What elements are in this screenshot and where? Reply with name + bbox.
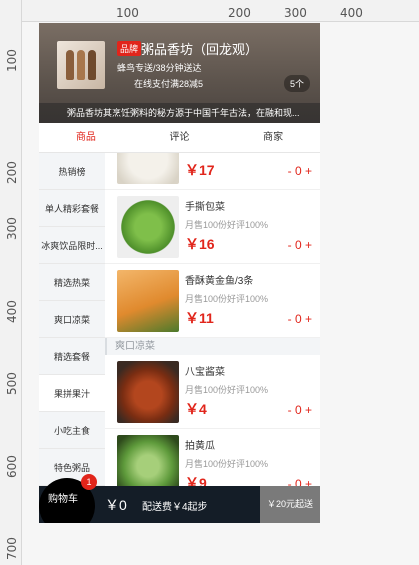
menu-item[interactable]: 冰爽饮品限时... xyxy=(39,227,105,264)
menu-item[interactable]: 热销榜 xyxy=(39,153,105,190)
menu-item[interactable]: 单人精彩套餐 xyxy=(39,190,105,227)
cart-count-badge: 1 xyxy=(81,474,97,490)
ruler-tick-label: 400 xyxy=(5,300,19,323)
ruler-tick-label: 100 xyxy=(5,49,19,72)
phone-preview: 品牌 粥品香坊（回龙观） 蜂鸟专送/38分钟送达 在线支付满28减5 5个 粥品… xyxy=(39,23,320,523)
food-price: ￥11 xyxy=(185,310,214,326)
ruler-tick-label: 300 xyxy=(284,6,307,20)
cart-total: ￥0 xyxy=(105,497,127,513)
ruler-tick-label: 500 xyxy=(5,372,19,395)
vertical-ruler: 100 200 300 400 500 600 700 xyxy=(0,0,22,565)
food-price: ￥4 xyxy=(185,401,207,417)
food-item[interactable]: ￥17 - 0 + xyxy=(105,153,320,190)
delivery-fee: 配送费￥4起步 xyxy=(142,502,208,513)
tab-goods[interactable]: 商品 xyxy=(39,123,133,152)
food-name: 拍黄瓜 xyxy=(185,441,215,452)
quantity-control[interactable]: - 0 + xyxy=(288,164,312,178)
food-item[interactable]: 香酥黄金鱼/3条 月售100份好评100% ￥11 - 0 + xyxy=(105,264,320,338)
category-menu: 热销榜 单人精彩套餐 冰爽饮品限时... 精选热菜 爽口凉菜 精选套餐 果拼果汁… xyxy=(39,153,105,486)
ruler-tick-label: 300 xyxy=(5,217,19,240)
food-item[interactable]: 八宝酱菜 月售100份好评100% ￥4 - 0 + xyxy=(105,355,320,429)
food-image xyxy=(117,361,179,423)
shop-name: 粥品香坊（回龙观） xyxy=(141,42,259,57)
ruler-tick-label: 100 xyxy=(116,6,139,20)
promo-text: 在线支付满28减5 xyxy=(134,79,204,89)
ruler-tick-label: 400 xyxy=(340,6,363,20)
menu-item[interactable]: 小吃主食 xyxy=(39,412,105,449)
food-price: ￥9 xyxy=(185,475,207,486)
food-price: ￥17 xyxy=(185,162,215,178)
food-sales: 月售100份好评100% xyxy=(185,294,269,304)
ruler-tick-label: 600 xyxy=(5,455,19,478)
section-title: 爽口凉菜 xyxy=(105,338,320,355)
ruler-tick-label: 200 xyxy=(228,6,251,20)
food-name: 八宝酱菜 xyxy=(185,367,225,378)
promo-count-button[interactable]: 5个 xyxy=(283,75,310,92)
shop-logo xyxy=(57,41,105,89)
tab-seller[interactable]: 商家 xyxy=(226,123,320,152)
brand-badge: 品牌 xyxy=(117,41,142,56)
food-name: 手撕包菜 xyxy=(185,202,225,213)
menu-item[interactable]: 果拼果汁 xyxy=(39,375,105,412)
menu-item[interactable]: 爽口凉菜 xyxy=(39,301,105,338)
quantity-control[interactable]: - 0 + xyxy=(288,238,312,252)
food-item[interactable]: 手撕包菜 月售100份好评100% ￥16 - 0 + xyxy=(105,190,320,264)
food-image xyxy=(117,270,179,332)
food-image xyxy=(117,153,179,184)
shop-header: 品牌 粥品香坊（回龙观） 蜂鸟专送/38分钟送达 在线支付满28减5 5个 粥品… xyxy=(39,23,320,123)
delivery-info: 蜂鸟专送/38分钟送达 xyxy=(117,63,202,73)
food-item[interactable]: 拍黄瓜 月售100份好评100% ￥9 - 0 + xyxy=(105,429,320,486)
ruler-tick-label: 700 xyxy=(5,537,19,560)
goods-list: ￥17 - 0 + 手撕包菜 月售100份好评100% ￥16 - 0 + 香酥… xyxy=(105,153,320,486)
quantity-control[interactable]: - 0 + xyxy=(288,403,312,417)
food-sales: 月售100份好评100% xyxy=(185,459,269,469)
quantity-control[interactable]: - 0 + xyxy=(288,477,312,486)
food-image xyxy=(117,435,179,486)
min-order-button[interactable]: ￥20元起送 xyxy=(260,486,320,523)
ruler-tick-label: 200 xyxy=(5,161,19,184)
menu-item[interactable]: 精选套餐 xyxy=(39,338,105,375)
cart-label: 购物车 xyxy=(48,494,78,505)
food-name: 香酥黄金鱼/3条 xyxy=(185,276,254,287)
shopping-cart-bar: 购物车 1 ￥0 配送费￥4起步 ￥20元起送 xyxy=(39,474,320,523)
horizontal-ruler: 100 200 300 400 xyxy=(0,0,419,22)
food-sales: 月售100份好评100% xyxy=(185,385,269,395)
food-sales: 月售100份好评100% xyxy=(185,220,269,230)
tab-bar: 商品 评论 商家 xyxy=(39,123,320,153)
food-price: ￥16 xyxy=(185,236,215,252)
tab-ratings[interactable]: 评论 xyxy=(133,123,227,152)
quantity-control[interactable]: - 0 + xyxy=(288,312,312,326)
food-image xyxy=(117,196,179,258)
shop-notice[interactable]: 粥品香坊其烹饪粥料的秘方源于中国千年古法，在融和现... xyxy=(39,103,320,123)
menu-item[interactable]: 精选热菜 xyxy=(39,264,105,301)
